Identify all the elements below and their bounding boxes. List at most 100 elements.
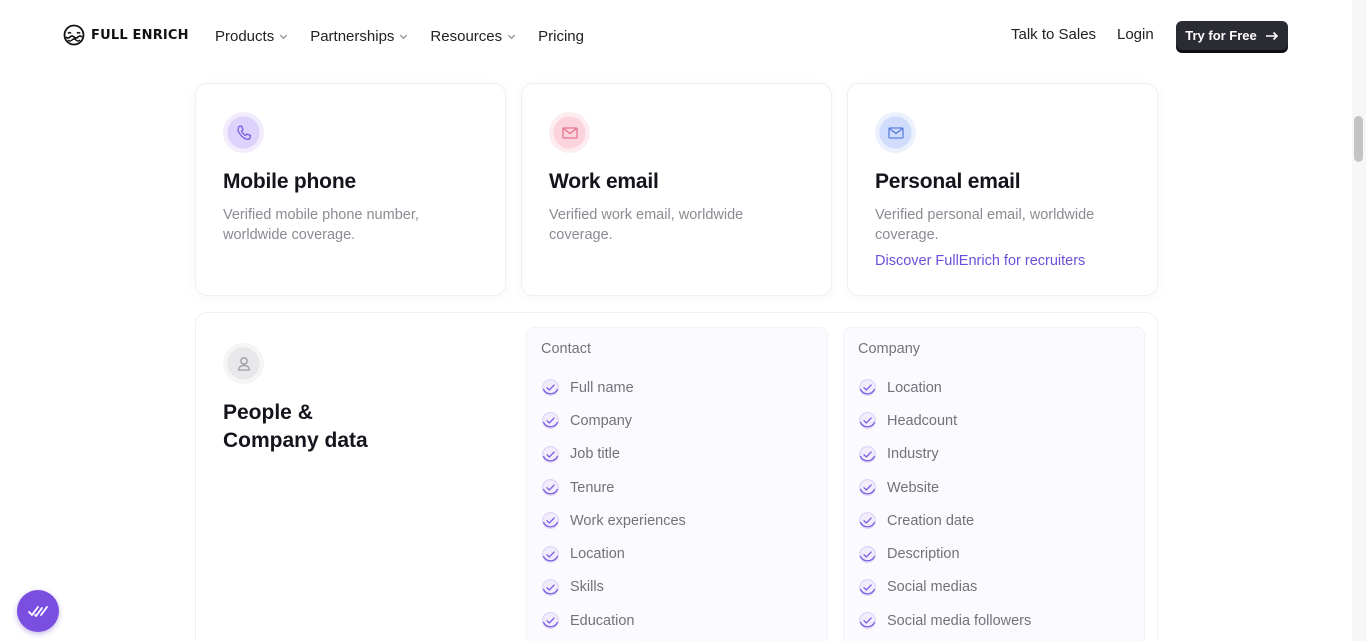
company-item: Location [858, 371, 1031, 404]
personal-email-card: Personal email Verified personal email, … [847, 83, 1158, 296]
chevron-down-icon [280, 34, 288, 39]
menu-products-label: Products [215, 27, 275, 45]
check-circle-icon [859, 579, 876, 596]
menu-pricing[interactable]: Pricing [538, 26, 584, 46]
mail-icon [561, 126, 578, 139]
contact-item: Location [541, 537, 686, 570]
brand-logo-icon [63, 24, 85, 46]
check-circle-icon [859, 479, 876, 496]
contact-item: Work experiences [541, 504, 686, 537]
check-circle-icon [542, 379, 559, 397]
talk-to-sales-link[interactable]: Talk to Sales [1011, 26, 1096, 43]
check-circle-icon [859, 545, 876, 563]
user-icon [237, 356, 250, 371]
arrow-right-icon [1265, 31, 1278, 40]
company-item: Social media followers [858, 604, 1031, 637]
top-navigation: FULL ENRICH Products Partnerships Resour… [0, 0, 1352, 70]
contact-field-list: Full name Company Job title Tenure Work expe… [541, 371, 686, 637]
company-item: Industry [858, 438, 1031, 471]
contact-item: Tenure [541, 471, 686, 504]
company-item-label: Location [887, 379, 942, 396]
people-company-card: People & Company data Contact Full name C… [195, 312, 1158, 641]
contact-item: Skills [541, 571, 686, 604]
contact-item-label: Education [570, 612, 635, 629]
card-description: Verified personal email, worldwide cover… [875, 207, 1095, 243]
company-field-list: Location Headcount Industry Website Creation… [858, 371, 1031, 637]
check-circle-icon [859, 445, 876, 463]
check-circle-icon [542, 479, 559, 496]
contact-item: Full name [541, 371, 686, 404]
main-menu: Products Partnerships Resources Pricing [215, 26, 606, 46]
chevron-down-icon [400, 34, 408, 39]
section-title: People & Company data [223, 399, 423, 455]
contact-item-label: Skills [570, 579, 604, 596]
contact-item: Job title [541, 438, 686, 471]
check-circle-icon [542, 545, 559, 563]
brand-name: FULL ENRICH [91, 27, 189, 43]
mail-icon [887, 126, 904, 139]
card-title: Work email [549, 170, 659, 193]
menu-partnerships[interactable]: Partnerships [310, 26, 408, 46]
menu-products[interactable]: Products [215, 26, 288, 46]
company-item-label: Industry [887, 446, 939, 463]
contact-item-label: Company [570, 412, 633, 429]
company-item-label: Creation date [887, 512, 975, 529]
phone-icon [236, 124, 251, 140]
contact-heading: Contact [541, 341, 591, 357]
menu-resources[interactable]: Resources [430, 26, 516, 46]
company-item-label: Social medias [887, 579, 978, 596]
contact-item-label: Work experiences [570, 512, 686, 529]
section-title-line1: People & [223, 401, 313, 424]
company-panel: Company Location Headcount Industry Website… [843, 327, 1145, 641]
card-title: Mobile phone [223, 170, 356, 193]
menu-resources-label: Resources [430, 27, 503, 45]
contact-item: Company [541, 404, 686, 437]
menu-partnerships-label: Partnerships [310, 27, 395, 45]
contact-item-label: Job title [570, 446, 620, 463]
phone-icon-badge [223, 112, 264, 153]
try-for-free-label: Try for Free [1185, 28, 1257, 43]
check-circle-icon [859, 379, 876, 397]
contact-item-label: Location [570, 546, 625, 563]
company-item-label: Description [887, 546, 960, 563]
contact-item: Education [541, 604, 686, 637]
company-item-label: Website [887, 479, 940, 496]
contact-item-label: Tenure [570, 479, 615, 496]
menu-pricing-label: Pricing [538, 27, 584, 45]
mobile-phone-card: Mobile phone Verified mobile phone numbe… [195, 83, 506, 296]
check-circle-icon [859, 512, 876, 530]
scrollbar-track[interactable] [1352, 0, 1366, 641]
company-item-label: Headcount [887, 412, 958, 429]
checkmarks-icon [28, 606, 48, 617]
user-icon-badge [223, 343, 264, 384]
recruiters-link[interactable]: Discover FullEnrich for recruiters [875, 253, 1085, 269]
check-circle-icon [859, 612, 876, 630]
contact-item-label: Full name [570, 379, 634, 396]
company-item: Social medias [858, 571, 1031, 604]
work-email-card: Work email Verified work email, worldwid… [521, 83, 832, 296]
card-description: Verified mobile phone number, worldwide … [223, 207, 419, 243]
check-circle-icon [542, 445, 559, 463]
chat-launcher-button[interactable] [17, 590, 59, 632]
contact-panel: Contact Full name Company Job title Tenure W… [526, 327, 828, 641]
check-circle-icon [542, 579, 559, 596]
check-circle-icon [859, 412, 876, 430]
company-item-label: Social media followers [887, 612, 1032, 629]
company-item: Description [858, 537, 1031, 570]
mail-icon-badge [549, 112, 590, 153]
check-circle-icon [542, 412, 559, 430]
card-title: Personal email [875, 170, 1021, 193]
check-circle-icon [542, 612, 559, 630]
chevron-down-icon [508, 34, 516, 39]
scrollbar-thumb[interactable] [1354, 116, 1363, 162]
company-item: Headcount [858, 404, 1031, 437]
check-circle-icon [542, 512, 559, 530]
login-link[interactable]: Login [1117, 26, 1154, 43]
mail-icon-badge [875, 112, 916, 153]
brand-logo[interactable]: FULL ENRICH [63, 24, 189, 46]
try-for-free-button[interactable]: Try for Free [1176, 21, 1288, 50]
company-heading: Company [858, 341, 921, 357]
company-item: Website [858, 471, 1031, 504]
section-title-line2: Company data [223, 429, 368, 452]
card-description: Verified work email, worldwide coverage. [549, 207, 744, 243]
